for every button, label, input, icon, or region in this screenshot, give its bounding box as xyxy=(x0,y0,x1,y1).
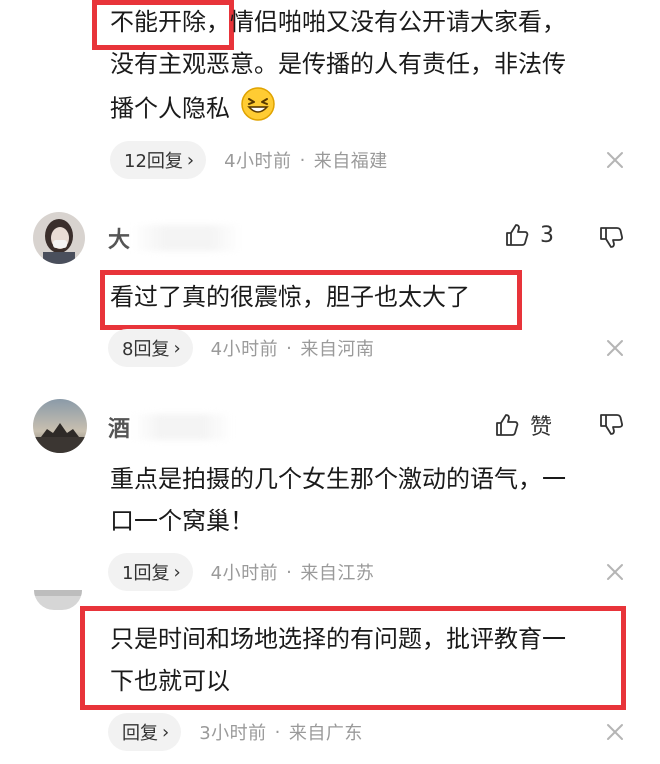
comment-2-like-button[interactable]: 3 xyxy=(504,222,554,248)
meta-separator: · xyxy=(286,337,293,359)
chevron-right-icon: › xyxy=(173,561,181,583)
close-icon[interactable] xyxy=(605,338,625,358)
comment-2-location: 来自河南 xyxy=(300,339,375,360)
comment-1-body: 不能开除，情侣啪啪又没有公开请大家看， xyxy=(110,3,566,41)
comment-3-meta: 1回复 › 4小时前 · 来自江苏 xyxy=(108,552,374,592)
grinning-squint-emoji-icon xyxy=(240,86,276,133)
username-visible: 大 xyxy=(108,228,131,253)
comment-2-meta: 8回复 › 4小时前 · 来自河南 xyxy=(108,328,374,368)
thumbs-down-icon[interactable] xyxy=(598,411,624,441)
comment-4-meta: 回复 › 3小时前 · 来自广东 xyxy=(108,712,363,752)
comment-3-time: 4小时前 xyxy=(210,563,279,584)
comment-1-line2: 没有主观恶意。是传播的人有责任，非法传 xyxy=(110,50,566,78)
close-icon[interactable] xyxy=(605,722,625,742)
meta-separator: · xyxy=(299,149,306,171)
username-blurred xyxy=(132,414,233,440)
comment-2-reply-button[interactable]: 8回复 › xyxy=(108,329,193,367)
comment-1-line3-text: 播个人隐私 xyxy=(110,94,230,123)
comment-1-location: 来自福建 xyxy=(313,151,388,172)
like-count: 3 xyxy=(540,222,554,248)
comment-4-line1: 只是时间和场地选择的有问题，批评教育一 xyxy=(110,625,566,653)
comment-3-like-button[interactable]: 赞 xyxy=(494,409,552,441)
chevron-right-icon: › xyxy=(162,721,170,743)
comment-1-line1-highlight: 不能开除 xyxy=(110,8,206,36)
comment-3-reply-button[interactable]: 1回复 › xyxy=(108,553,193,591)
username-visible: 酒 xyxy=(108,417,131,442)
username-blurred xyxy=(132,225,243,251)
meta-separator: · xyxy=(286,561,293,583)
comment-1-time: 4小时前 xyxy=(224,151,292,172)
comment-4-line2: 下也就可以 xyxy=(110,667,230,695)
comment-1-line3: 播个人隐私 xyxy=(110,86,276,133)
reply-count: 12回复 xyxy=(124,151,183,172)
thumbs-down-icon[interactable] xyxy=(598,224,624,254)
chevron-right-icon: › xyxy=(186,149,195,171)
avatar[interactable] xyxy=(33,212,85,264)
like-label: 赞 xyxy=(530,415,553,440)
close-icon[interactable] xyxy=(605,562,625,582)
avatar[interactable] xyxy=(34,590,82,610)
chevron-right-icon: › xyxy=(173,337,181,359)
comment-3-line2: 口一个窝巢！ xyxy=(110,507,254,535)
reply-count: 1回复 xyxy=(122,563,170,584)
comment-3-line1: 重点是拍摄的几个女生那个激动的语气，一 xyxy=(110,465,566,493)
comment-4-time: 3小时前 xyxy=(199,723,267,744)
comment-4-reply-button[interactable]: 回复 › xyxy=(108,713,182,751)
comment-1-meta: 12回复 › 4小时前 · 来自福建 xyxy=(110,140,388,180)
comment-1-reply-button[interactable]: 12回复 › xyxy=(110,141,207,179)
comment-2-username[interactable]: 大 xyxy=(108,222,243,254)
comment-2-body: 看过了真的很震惊，胆子也太大了 xyxy=(110,283,470,311)
reply-label: 回复 xyxy=(122,723,158,744)
comment-4-location: 来自广东 xyxy=(288,723,363,744)
avatar[interactable] xyxy=(33,399,87,453)
meta-separator: · xyxy=(274,721,281,743)
comment-2-time: 4小时前 xyxy=(210,339,279,360)
reply-count: 8回复 xyxy=(122,339,170,360)
comment-3-username[interactable]: 酒 xyxy=(108,411,233,443)
comment-1-line1-rest: ，情侣啪啪又没有公开请大家看， xyxy=(206,8,566,36)
comment-3-location: 来自江苏 xyxy=(300,563,375,584)
thumbs-up-icon xyxy=(496,414,519,436)
thumbs-up-icon xyxy=(506,224,529,246)
close-icon[interactable] xyxy=(605,150,625,170)
